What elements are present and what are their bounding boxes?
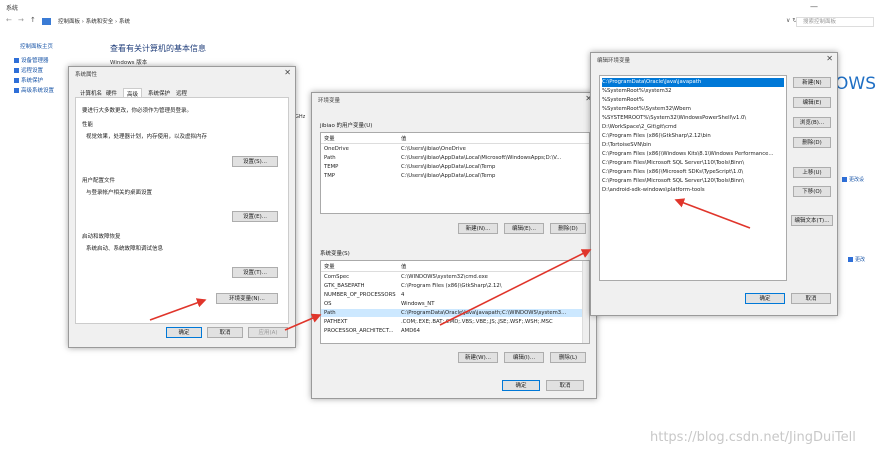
watermark: https://blog.csdn.net/JingDuiTell: [650, 430, 856, 445]
arrow-to-path-row: [284, 313, 322, 331]
arrow-to-android-entry: [674, 198, 751, 229]
arrow-to-edit-dialog: [439, 249, 592, 326]
arrow-to-env-button: [149, 298, 207, 321]
annotation-arrows: [149, 198, 751, 331]
